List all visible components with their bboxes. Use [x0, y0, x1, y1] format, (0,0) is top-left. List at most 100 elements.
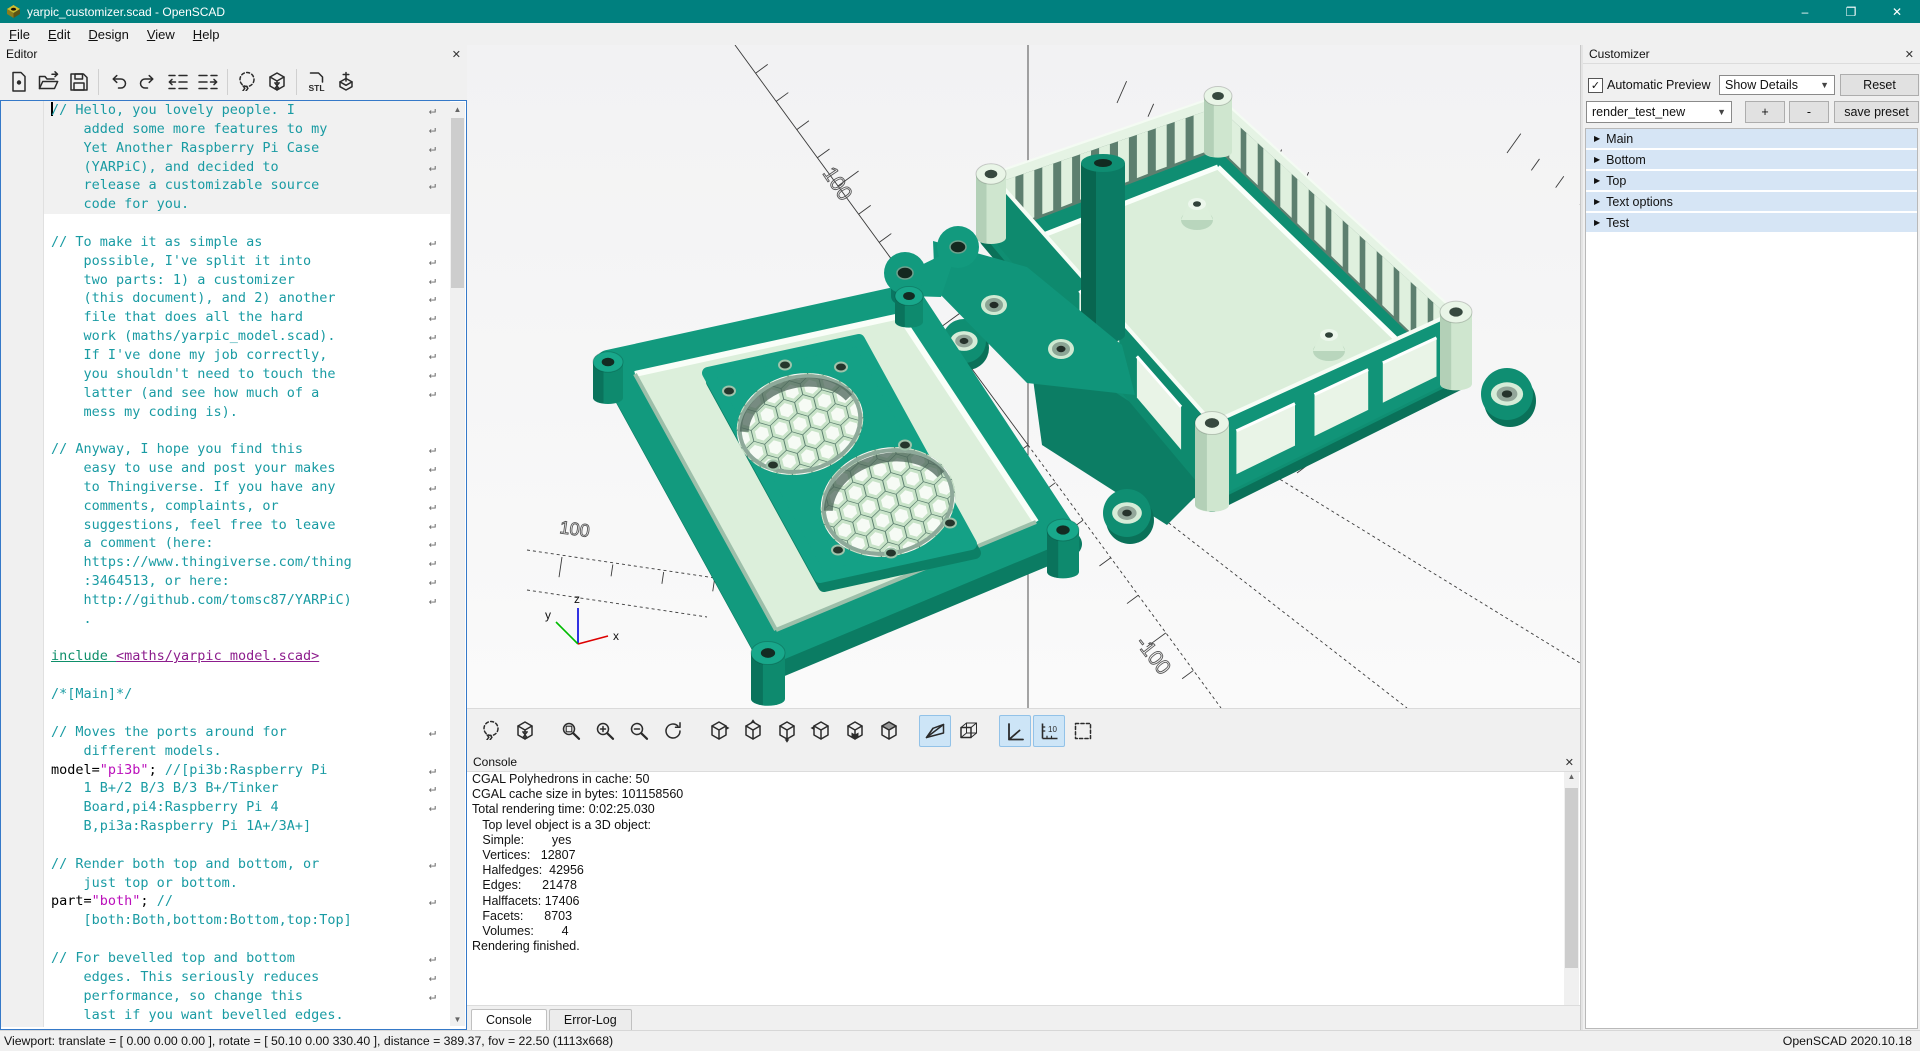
code-row[interactable]: possible, I've split it into↵ [1, 252, 466, 271]
render-button[interactable] [262, 67, 292, 97]
menu-design[interactable]: Design [79, 25, 137, 44]
show-axes-button[interactable] [999, 715, 1031, 747]
render-button[interactable] [509, 715, 541, 747]
code-row[interactable]: http://github.com/tomsc87/YARPiC)↵ [1, 591, 466, 610]
3d-viewport[interactable]: 100100-100 z y x [467, 45, 1580, 708]
section-top[interactable]: ▶Top [1586, 171, 1917, 190]
scroll-up-icon[interactable]: ▲ [1564, 772, 1579, 786]
tab-error-log[interactable]: Error-Log [549, 1009, 632, 1030]
section-test[interactable]: ▶Test [1586, 213, 1917, 232]
editor-scrollbar-thumb[interactable] [451, 118, 464, 288]
code-row[interactable]: comments, complaints, or↵ [1, 497, 466, 516]
show-scale-markers-button[interactable]: 10 [1033, 715, 1065, 747]
add-preset-button[interactable]: + [1745, 101, 1785, 123]
save-file-button[interactable] [64, 67, 94, 97]
zoom-in-button[interactable] [589, 715, 621, 747]
view-top-button[interactable] [737, 715, 769, 747]
preset-dropdown[interactable]: render_test_new ▼ [1586, 101, 1732, 123]
restore-button[interactable]: ❐ [1828, 0, 1874, 23]
code-row[interactable]: work (maths/yarpic_model.scad).↵ [1, 327, 466, 346]
code-row[interactable]: file that does all the hard↵ [1, 308, 466, 327]
code-row[interactable]: a comment (here:↵ [1, 534, 466, 553]
automatic-preview-checkbox[interactable]: ✓ [1588, 78, 1603, 93]
menu-help[interactable]: Help [184, 25, 229, 44]
code-row[interactable]: 10 [1, 704, 466, 723]
open-file-button[interactable] [34, 67, 64, 97]
code-row[interactable]: https://www.thingiverse.com/thing↵ [1, 553, 466, 572]
perspective-button[interactable] [919, 715, 951, 747]
code-row[interactable]: 11// Moves the ports around for↵ [1, 723, 466, 742]
code-row[interactable]: added some more features to my↵ [1, 120, 466, 139]
menu-edit[interactable]: Edit [39, 25, 79, 44]
code-row[interactable]: 1 B+/2 B/3 B/3 B+/Tinker↵ [1, 779, 466, 798]
code-row[interactable]: 7include <maths/yarpic model.scad> [1, 647, 466, 666]
code-row[interactable]: 1// Hello, you lovely people. I↵ [1, 101, 466, 120]
code-editor[interactable]: 1// Hello, you lovely people. I↵ added s… [0, 100, 467, 1030]
orthogonal-button[interactable] [953, 715, 985, 747]
save-preset-button[interactable]: save preset [1834, 101, 1919, 123]
undo-button[interactable] [103, 67, 133, 97]
menu-file[interactable]: File [0, 25, 39, 44]
code-row[interactable]: code for you. [1, 195, 466, 214]
preview-button[interactable]: » [232, 67, 262, 97]
zoom-out-button[interactable] [623, 715, 655, 747]
code-row[interactable]: 5// Anyway, I hope you find this↵ [1, 440, 466, 459]
send-to-printer-button[interactable] [331, 67, 361, 97]
code-row[interactable]: 6 [1, 629, 466, 648]
section-main[interactable]: ▶Main [1586, 129, 1917, 148]
code-row[interactable]: 13 [1, 836, 466, 855]
code-row[interactable]: 2 [1, 214, 466, 233]
code-row[interactable]: edges. This seriously reduces↵ [1, 968, 466, 987]
close-button[interactable]: ✕ [1874, 0, 1920, 23]
code-row[interactable]: (this document), and 2) another↵ [1, 289, 466, 308]
unindent-button[interactable] [163, 67, 193, 97]
code-row[interactable]: Board,pi4:Raspberry Pi 4↵ [1, 798, 466, 817]
menu-view[interactable]: View [138, 25, 184, 44]
code-row[interactable]: easy to use and post your makes↵ [1, 459, 466, 478]
reset-view-button[interactable] [657, 715, 689, 747]
new-file-button[interactable] [4, 67, 34, 97]
code-row[interactable]: 3// To make it as simple as↵ [1, 233, 466, 252]
scroll-down-icon[interactable]: ▼ [450, 1012, 465, 1026]
code-row[interactable]: just top or bottom. [1, 874, 466, 893]
section-bottom[interactable]: ▶Bottom [1586, 150, 1917, 169]
code-row[interactable]: If I've done my job correctly,↵ [1, 346, 466, 365]
view-back-button[interactable] [873, 715, 905, 747]
export-stl-button[interactable]: STL [301, 67, 331, 97]
minimize-button[interactable]: – [1782, 0, 1828, 23]
code-row[interactable]: performance, so change this↵ [1, 987, 466, 1006]
indent-button[interactable] [193, 67, 223, 97]
code-row[interactable]: to Thingiverse. If you have any↵ [1, 478, 466, 497]
scroll-up-icon[interactable]: ▲ [450, 102, 465, 116]
console-scrollbar[interactable]: ▲ [1564, 772, 1579, 1005]
editor-close-icon[interactable]: ✕ [452, 48, 461, 61]
code-row[interactable]: B,pi3a:Raspberry Pi 1A+/3A+] [1, 817, 466, 836]
code-row[interactable]: [both:Both,bottom:Bottom,top:Top] [1, 911, 466, 930]
preview-button[interactable]: » [475, 715, 507, 747]
view-right-button[interactable] [703, 715, 735, 747]
code-row[interactable]: two parts: 1) a customizer↵ [1, 271, 466, 290]
details-dropdown[interactable]: Show Details ▼ [1719, 75, 1835, 95]
view-front-button[interactable] [839, 715, 871, 747]
view-left-button[interactable] [805, 715, 837, 747]
code-row[interactable]: 12model="pi3b"; //[pi3b:Raspberry Pi↵ [1, 761, 466, 780]
code-row[interactable]: latter (and see how much of a↵ [1, 384, 466, 403]
customizer-close-icon[interactable]: ✕ [1905, 48, 1914, 61]
code-row[interactable]: different models. [1, 742, 466, 761]
code-row[interactable]: mess my coding is). [1, 403, 466, 422]
code-row[interactable]: 15part="both"; //↵ [1, 892, 466, 911]
console-scrollbar-thumb[interactable] [1565, 788, 1578, 968]
code-row[interactable]: 17// For bevelled top and bottom↵ [1, 949, 466, 968]
code-row[interactable]: suggestions, feel free to leave↵ [1, 516, 466, 535]
console-close-icon[interactable]: ✕ [1565, 756, 1574, 769]
code-row[interactable]: release a customizable source↵ [1, 176, 466, 195]
redo-button[interactable] [133, 67, 163, 97]
code-row[interactable]: 16 [1, 930, 466, 949]
code-row[interactable]: 4 [1, 421, 466, 440]
tab-console[interactable]: Console [471, 1009, 547, 1031]
section-text-options[interactable]: ▶Text options [1586, 192, 1917, 211]
code-row[interactable]: 14// Render both top and bottom, or↵ [1, 855, 466, 874]
editor-scrollbar[interactable]: ▲ ▼ [450, 102, 465, 1026]
view-all-button[interactable] [555, 715, 587, 747]
code-row[interactable]: . [1, 610, 466, 629]
